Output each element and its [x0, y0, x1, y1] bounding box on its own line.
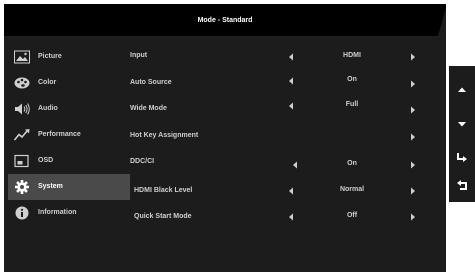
sidebar-item-label: Performance [38, 131, 81, 138]
down-icon [458, 122, 466, 127]
setting-label: Hot Key Assignment [130, 131, 199, 139]
setting-label: Input [130, 52, 148, 59]
arrow-left-icon[interactable] [286, 76, 296, 86]
setting-quick-start-mode[interactable]: Quick Start Mode Off [130, 203, 430, 230]
arrow-left-icon[interactable] [286, 186, 296, 196]
sidebar-item-information[interactable]: Information [8, 200, 130, 226]
speaker-icon [14, 102, 30, 116]
down-button[interactable] [449, 114, 475, 134]
setting-value: On [347, 75, 357, 83]
arrow-left-icon[interactable] [290, 160, 300, 170]
setting-value: Off [346, 212, 358, 219]
arrow-right-icon[interactable] [408, 186, 418, 196]
sidebar-item-performance[interactable]: Performance [8, 122, 130, 148]
up-icon [458, 87, 466, 92]
sidebar-item-label: Picture [38, 53, 62, 60]
sidebar-item-picture[interactable]: Picture [8, 44, 130, 70]
sidebar-item-audio[interactable]: Audio [8, 96, 130, 122]
setting-label: Quick Start Mode [134, 213, 192, 220]
arrow-right-icon[interactable] [408, 79, 418, 89]
sidebar-item-label: Information [38, 209, 77, 216]
settings-list: Input HDMI Auto Source On Wide Mode Full… [130, 44, 430, 230]
return-icon [457, 180, 467, 190]
setting-input[interactable]: Input HDMI [130, 44, 430, 71]
arrow-right-icon[interactable] [408, 52, 418, 62]
osd-header: Mode - Standard [4, 4, 446, 38]
arrow-right-icon[interactable] [408, 105, 418, 115]
arrow-left-icon[interactable] [286, 101, 296, 111]
arrow-right-icon[interactable] [408, 132, 418, 142]
palette-icon [14, 76, 30, 90]
mode-title: Mode - Standard [197, 17, 253, 24]
sidebar-item-label: Color [38, 79, 57, 86]
sidebar: Picture Color Audio Performance OSD Syst… [8, 44, 130, 226]
setting-ddc-ci[interactable]: DDC/CI On [130, 150, 430, 177]
setting-value: HDMI [343, 52, 361, 59]
arrow-right-icon[interactable] [408, 160, 418, 170]
setting-label: Wide Mode [130, 105, 167, 112]
arrow-right-icon[interactable] [408, 212, 418, 222]
setting-auto-source[interactable]: Auto Source On [130, 71, 430, 98]
arrow-left-icon[interactable] [286, 52, 296, 62]
sidebar-item-label: OSD [38, 157, 54, 164]
setting-value: Normal [339, 185, 365, 193]
setting-hot-key-assignment[interactable]: Hot Key Assignment [130, 124, 430, 151]
enter-button[interactable] [449, 148, 475, 168]
enter-icon [457, 153, 467, 162]
info-icon [14, 206, 30, 220]
setting-label: Auto Source [130, 78, 172, 86]
sidebar-item-color[interactable]: Color [8, 70, 130, 96]
setting-hdmi-black-level[interactable]: HDMI Black Level Normal [130, 177, 430, 204]
setting-value: Full [345, 101, 359, 108]
sidebar-item-label: Audio [38, 105, 58, 112]
gear-icon [14, 180, 30, 194]
picture-icon [14, 50, 30, 64]
osd-menu: Mode - Standard Picture Color Audio Perf… [4, 4, 446, 272]
sidebar-item-system[interactable]: System [8, 174, 130, 200]
navigation-keys-panel [449, 66, 475, 202]
setting-label: DDC/CI [130, 158, 155, 165]
arrow-left-icon[interactable] [286, 212, 296, 222]
performance-graph-icon [13, 128, 30, 142]
up-button[interactable] [449, 80, 475, 100]
setting-label: HDMI Black Level [134, 186, 193, 194]
sidebar-item-osd[interactable]: OSD [8, 148, 130, 174]
setting-wide-mode[interactable]: Wide Mode Full [130, 97, 430, 124]
setting-value: On [347, 160, 357, 167]
sidebar-item-label: System [38, 183, 63, 190]
return-button[interactable] [449, 176, 475, 196]
osd-window-icon [14, 154, 30, 168]
